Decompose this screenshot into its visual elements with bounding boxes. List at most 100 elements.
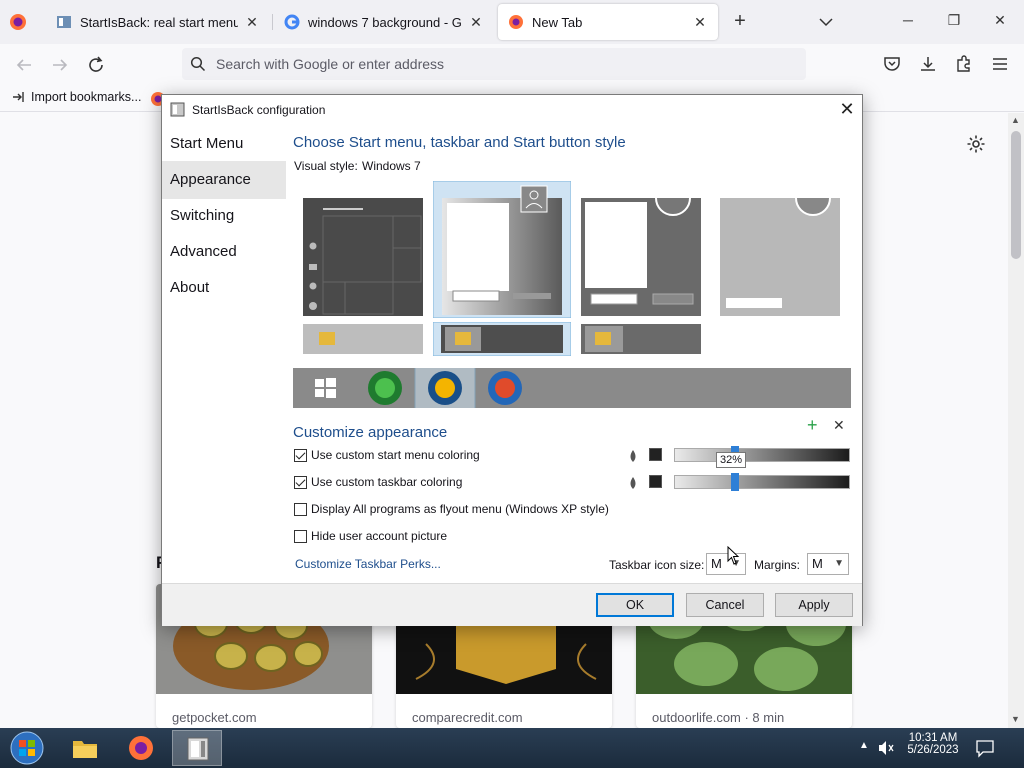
option-custom-start-menu-coloring[interactable]: Use custom start menu coloring — [294, 448, 480, 462]
system-clock[interactable]: 10:31 AM 5/26/2023 — [900, 732, 966, 756]
taskbar-style-3[interactable] — [581, 324, 701, 354]
slider-thumb[interactable] — [731, 473, 739, 491]
forward-arrow-icon[interactable] — [48, 53, 72, 77]
windows-taskbar: ▲ 10:31 AM 5/26/2023 — [0, 728, 1024, 768]
search-icon — [190, 56, 206, 72]
sidebar-item-start-menu[interactable]: Start Menu — [162, 125, 286, 163]
start-menu-color-swatch[interactable] — [649, 448, 662, 461]
scroll-down-icon[interactable]: ▼ — [1011, 714, 1020, 724]
dialog-titlebar[interactable]: StartIsBack configuration ✕ — [162, 95, 862, 125]
back-arrow-icon[interactable] — [12, 53, 36, 77]
notification-icon[interactable] — [975, 738, 995, 758]
sidebar-item-about[interactable]: About — [162, 269, 286, 307]
restore-button[interactable]: ❐ — [942, 12, 966, 32]
sidebar-item-switching[interactable]: Switching — [162, 197, 286, 235]
style-preview-windows-10[interactable] — [303, 198, 423, 316]
show-hidden-icons[interactable]: ▲ — [859, 740, 869, 751]
app-icon — [170, 102, 185, 117]
option-label: Display All programs as flyout menu (Win… — [311, 502, 609, 516]
import-bookmarks-label: Import bookmarks... — [31, 90, 142, 104]
tab-new-tab[interactable]: New Tab ✕ — [498, 4, 718, 40]
startisback-dialog: StartIsBack configuration ✕ Start Menu A… — [161, 94, 863, 626]
import-icon — [13, 92, 24, 102]
checkbox[interactable] — [294, 448, 307, 462]
mouse-cursor-icon — [727, 546, 740, 565]
clock-time: 10:31 AM — [908, 732, 958, 744]
minimize-button[interactable]: ─ — [896, 12, 920, 32]
dialog-title: StartIsBack configuration — [192, 103, 326, 117]
style-preview-windows-7[interactable] — [433, 181, 571, 318]
folder-icon — [73, 741, 97, 758]
extensions-icon[interactable] — [954, 54, 974, 74]
close-window-button[interactable]: ✕ — [988, 12, 1012, 32]
taskbar-color-swatch[interactable] — [649, 475, 662, 488]
slider-tooltip: 32% — [716, 452, 747, 468]
scroll-up-icon[interactable]: ▲ — [1011, 115, 1020, 125]
page-scrollbar[interactable]: ▲ ▼ — [1008, 113, 1024, 728]
windows-orb-icon[interactable] — [8, 730, 46, 766]
firefox-icon[interactable] — [8, 12, 28, 32]
customize-heading: Customize appearance — [293, 424, 448, 441]
transparency-drop-icon — [630, 477, 636, 489]
add-icon[interactable]: + — [807, 415, 818, 436]
reload-icon[interactable] — [84, 53, 108, 77]
sidebar-item-advanced[interactable]: Advanced — [162, 233, 286, 271]
style-preview-plain[interactable] — [720, 198, 840, 316]
chevron-down-icon[interactable] — [814, 12, 838, 32]
tab-google[interactable]: windows 7 background - Goog ✕ — [274, 4, 494, 40]
speaker-icon[interactable] — [877, 739, 895, 757]
taskbar-icon-size-label: Taskbar icon size: — [609, 558, 705, 572]
apply-button[interactable]: Apply — [775, 593, 853, 617]
option-label: Use custom taskbar coloring — [311, 475, 463, 489]
option-custom-taskbar-coloring[interactable]: Use custom taskbar coloring — [294, 475, 462, 489]
style-preview-windows-8[interactable] — [581, 198, 701, 316]
remove-icon[interactable]: ✕ — [833, 417, 845, 434]
tab-strip: StartIsBack: real start menu for ✕ windo… — [0, 0, 1024, 44]
ok-button[interactable]: OK — [596, 593, 674, 617]
taskbar-file-explorer[interactable] — [60, 730, 110, 766]
story-source: outdoorlife.com · 8 min — [652, 710, 785, 725]
checkbox[interactable] — [294, 502, 307, 516]
pocket-icon[interactable] — [882, 54, 902, 74]
hamburger-icon[interactable] — [990, 54, 1010, 74]
taskbar-style-1[interactable] — [303, 324, 423, 354]
start-menu-transparency-slider[interactable] — [674, 446, 850, 464]
close-icon[interactable]: ✕ — [468, 14, 484, 31]
customize-taskbar-perks-link[interactable]: Customize Taskbar Perks... — [295, 557, 441, 571]
select-value: M — [812, 556, 823, 571]
start-button-styles[interactable] — [293, 368, 851, 408]
option-hide-user-picture[interactable]: Hide user account picture — [294, 529, 447, 543]
option-label: Use custom start menu coloring — [311, 448, 480, 462]
gear-icon[interactable] — [966, 134, 986, 154]
taskbar-transparency-slider[interactable] — [674, 473, 850, 491]
story-source: getpocket.com — [172, 710, 257, 725]
close-icon[interactable]: ✕ — [244, 14, 260, 31]
clock-date: 5/26/2023 — [907, 744, 959, 756]
tab-title: New Tab — [532, 14, 583, 30]
app-icon — [187, 737, 209, 761]
transparency-drop-icon — [630, 450, 636, 462]
checkbox[interactable] — [294, 529, 307, 543]
cancel-button[interactable]: Cancel — [686, 593, 764, 617]
close-icon[interactable]: ✕ — [692, 14, 708, 31]
margins-select[interactable]: M ▼ — [807, 553, 849, 575]
checkbox[interactable] — [294, 475, 307, 489]
taskbar-firefox[interactable] — [116, 730, 166, 766]
taskbar-style-2[interactable] — [433, 322, 571, 356]
sidebar-item-appearance[interactable]: Appearance — [162, 161, 286, 199]
taskbar-startisback-config[interactable] — [172, 730, 222, 766]
download-icon[interactable] — [918, 54, 938, 74]
scrollbar-thumb[interactable] — [1011, 131, 1021, 259]
visual-style-label: Visual style: — [294, 159, 358, 173]
tab-title: windows 7 background - Goog — [308, 14, 462, 30]
margins-label: Margins: — [754, 558, 801, 572]
tab-startisback[interactable]: StartIsBack: real start menu for ✕ — [46, 4, 270, 40]
new-tab-button[interactable]: + — [728, 10, 752, 34]
close-icon[interactable]: ✕ — [836, 99, 858, 121]
option-flyout-all-programs[interactable]: Display All programs as flyout menu (Win… — [294, 502, 609, 516]
url-bar[interactable]: Search with Google or enter address — [182, 48, 806, 80]
style-heading: Choose Start menu, taskbar and Start but… — [293, 134, 626, 151]
import-bookmarks-button[interactable]: Import bookmarks... — [12, 90, 141, 104]
select-value: M — [711, 556, 722, 571]
option-label: Hide user account picture — [311, 529, 448, 543]
